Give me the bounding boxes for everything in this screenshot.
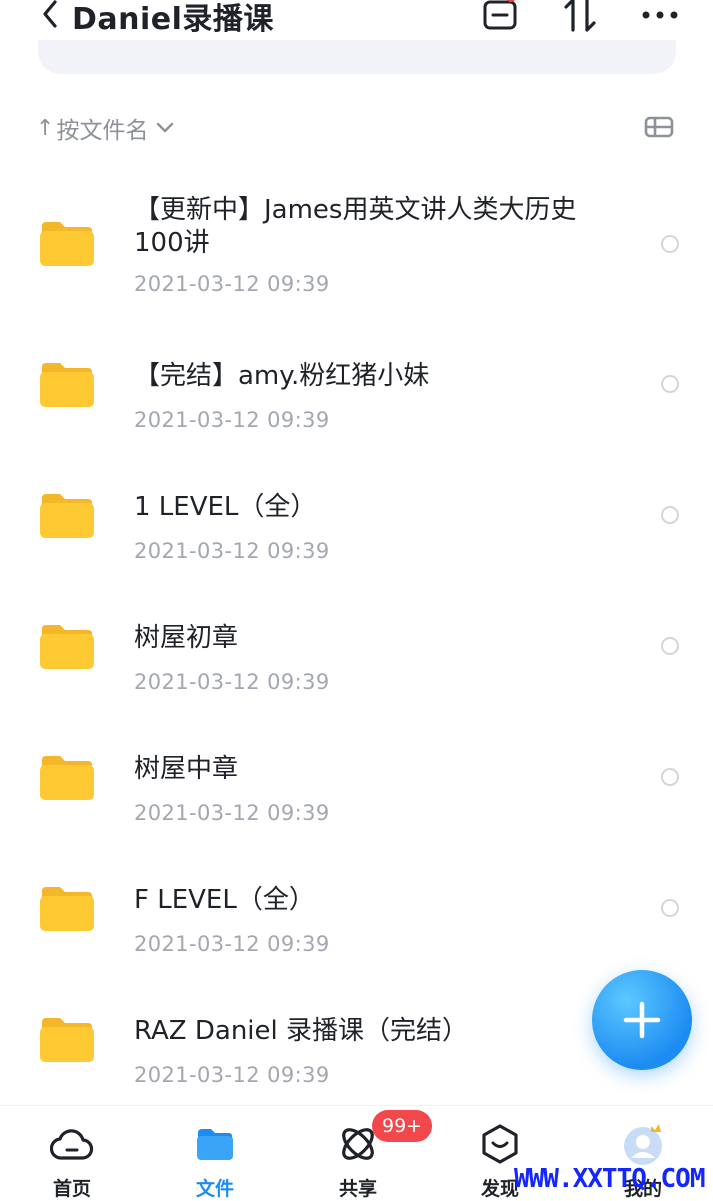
file-name: 【更新中】James用英文讲人类大历史100讲 [134, 195, 577, 258]
folder-icon [197, 1129, 233, 1160]
tab-label: 共享 [338, 1178, 377, 1200]
watermark: WWW.XXTTQ.COM [514, 1164, 705, 1194]
page-title: Daniel录播课 [72, 2, 274, 37]
file-date: 2021-03-12 09:39 [134, 539, 330, 563]
file-name: 【完结】amy.粉红猪小妹 [134, 361, 430, 391]
inbox-icon [483, 0, 517, 30]
select-radio[interactable] [661, 768, 679, 786]
sort-button[interactable] [560, 0, 600, 36]
folder-icon [40, 1018, 94, 1062]
file-name: 1 LEVEL（全） [134, 492, 317, 522]
chevron-down-icon [157, 122, 174, 133]
select-radio[interactable] [661, 899, 679, 917]
plus-icon [623, 1001, 661, 1039]
add-button[interactable] [592, 970, 692, 1070]
select-radio[interactable] [661, 375, 679, 393]
folder-icon [40, 363, 94, 407]
list-item[interactable]: 树屋中章 2021-03-12 09:39 [0, 711, 713, 842]
sort-by-name-dropdown[interactable]: ↑ 按文件名 [36, 111, 174, 145]
tab-home[interactable]: 首页 [27, 1116, 117, 1201]
file-date: 2021-03-12 09:39 [134, 408, 330, 432]
avatar-icon [624, 1124, 662, 1165]
folder-icon [40, 625, 94, 669]
sort-label: 按文件名 [56, 118, 149, 144]
folder-icon [40, 494, 94, 538]
folder-icon [40, 756, 94, 800]
file-name: 树屋初章 [134, 623, 239, 653]
list-item[interactable]: 【更新中】James用英文讲人类大历史100讲 2021-03-12 09:39 [0, 150, 713, 318]
sort-arrow: ↑ [36, 115, 55, 141]
sort-arrows-icon [564, 0, 596, 32]
list-item[interactable]: 1 LEVEL（全） 2021-03-12 09:39 [0, 449, 713, 580]
list-item[interactable]: 树屋初章 2021-03-12 09:39 [0, 580, 713, 711]
file-name: F LEVEL（全） [134, 885, 315, 915]
file-name: RAZ Daniel 录播课（完结） [134, 1016, 469, 1046]
list-view-icon [644, 116, 674, 138]
file-date: 2021-03-12 09:39 [134, 670, 330, 694]
search-bar[interactable] [38, 40, 676, 74]
header: Daniel录播课 [0, 0, 713, 40]
folder-icon [40, 222, 94, 266]
list-item[interactable]: 【完结】amy.粉红猪小妹 2021-03-12 09:39 [0, 318, 713, 449]
select-radio[interactable] [661, 637, 679, 655]
transfer-list-button[interactable] [480, 0, 520, 36]
select-radio[interactable] [661, 506, 679, 524]
sort-row: ↑ 按文件名 [0, 108, 713, 146]
folder-icon [40, 887, 94, 931]
more-icon [642, 11, 678, 19]
discover-box-icon [482, 1124, 518, 1164]
view-mode-button[interactable] [644, 114, 674, 140]
share-badge: 99+ [372, 1110, 433, 1142]
file-list: 【更新中】James用英文讲人类大历史100讲 2021-03-12 09:39… [0, 150, 713, 1104]
file-date: 2021-03-12 09:39 [134, 272, 330, 296]
file-date: 2021-03-12 09:39 [134, 1063, 330, 1087]
cloud-icon [50, 1129, 94, 1160]
select-radio[interactable] [661, 235, 679, 253]
tab-files[interactable]: 文件 [170, 1116, 260, 1201]
back-button[interactable] [40, 0, 64, 32]
list-item[interactable]: F LEVEL（全） 2021-03-12 09:39 [0, 842, 713, 973]
tab-label: 文件 [195, 1178, 234, 1200]
tab-label: 首页 [52, 1178, 91, 1200]
chevron-left-icon [43, 0, 57, 28]
file-name: 树屋中章 [134, 754, 239, 784]
file-date: 2021-03-12 09:39 [134, 932, 330, 956]
more-button[interactable] [640, 0, 680, 36]
file-date: 2021-03-12 09:39 [134, 801, 330, 825]
